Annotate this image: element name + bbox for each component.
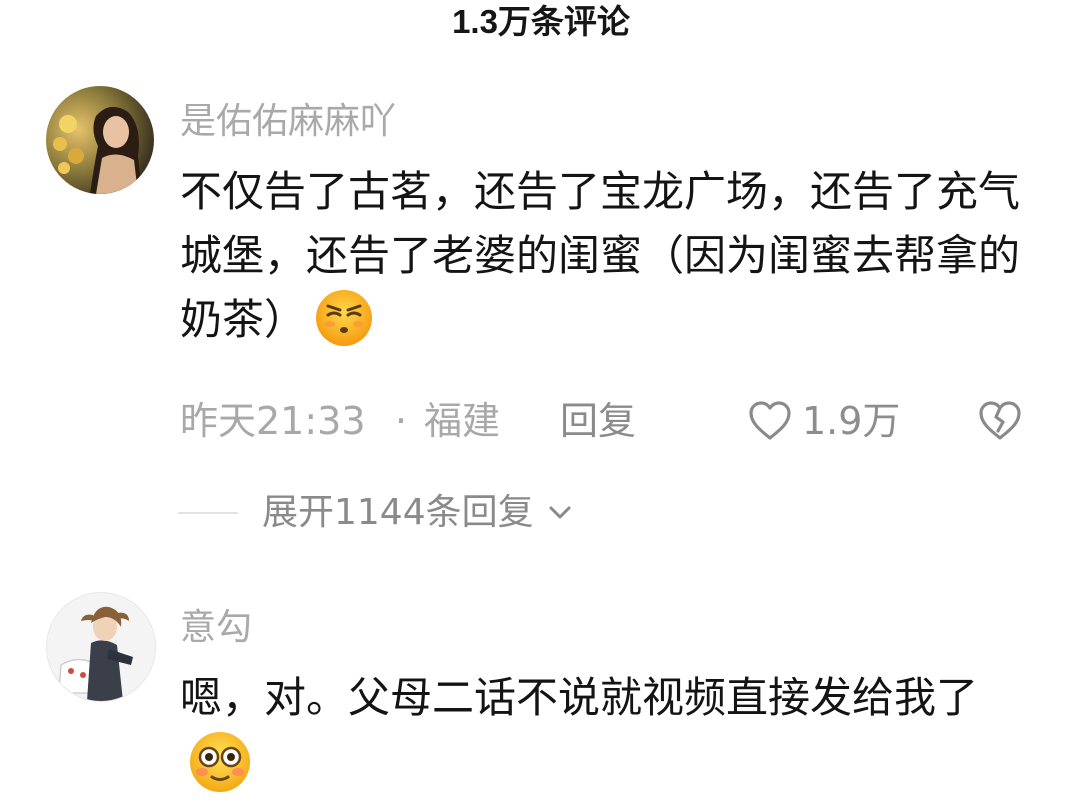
flushed-emoji-icon (188, 730, 252, 812)
like-count: 1.9万 (802, 399, 901, 443)
comment-meta: 昨天21:33 · 福建 回复 1.9万 (180, 396, 1040, 446)
reply-button[interactable]: 回复 (560, 396, 636, 446)
comment-username[interactable]: 是佑佑麻麻吖 (180, 92, 396, 144)
comment-time: 昨天21:33 (180, 399, 366, 443)
expand-replies-label: 展开1144条回复 (262, 492, 534, 533)
expand-replies-button[interactable]: 展开1144条回复 (262, 490, 575, 536)
comments-count-title: 1.3万条评论 (452, 3, 630, 40)
heart-icon (749, 401, 791, 440)
dislike-broken-heart-icon[interactable] (976, 397, 1024, 445)
comment-username[interactable]: 意勾 (180, 598, 252, 650)
meta-separator: · (395, 399, 408, 443)
comment-location: 福建 (424, 399, 501, 443)
avatar[interactable] (46, 86, 154, 194)
like-button[interactable]: 1.9万 (746, 396, 936, 446)
smirk-emoji-icon (314, 288, 374, 366)
comment-text: 嗯，对。父母二话不说就视频直接发给我了 (180, 666, 1020, 812)
comment-text: 不仅告了古茗，还告了宝龙广场，还告了充气城堡，还告了老婆的闺蜜（因为闺蜜去帮拿的… (180, 160, 1020, 366)
expand-divider (178, 512, 238, 514)
comment-text-content: 嗯，对。父母二话不说就视频直接发给我了 (180, 673, 979, 722)
avatar[interactable] (46, 592, 156, 702)
comment-text-content: 不仅告了古茗，还告了宝龙广场，还告了充气城堡，还告了老婆的闺蜜（因为闺蜜去帮拿的… (180, 167, 1021, 344)
chevron-down-icon (549, 506, 571, 519)
